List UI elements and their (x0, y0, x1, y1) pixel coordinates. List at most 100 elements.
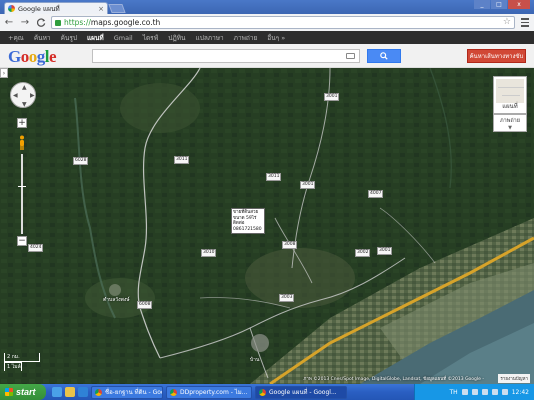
place-label: ตำบลวังพงษ์ (103, 297, 130, 303)
road-label: 6008 (137, 301, 153, 309)
url-host: maps.google.co.th (90, 18, 161, 27)
get-directions-button[interactable]: ค้นหาเส้นทางทางขับ (467, 49, 526, 63)
windows-logo-icon (5, 388, 13, 396)
road-label: 3002 (355, 249, 371, 257)
map-scale: 2 กม. 1 ไมล์ (4, 353, 40, 371)
gbar-item-search[interactable]: ค้นหา (34, 33, 51, 43)
quick-launch (52, 387, 88, 397)
map-view-toggle[interactable]: แผนที่ (493, 76, 527, 114)
satellite-imagery (0, 68, 534, 384)
keyboard-icon[interactable] (346, 53, 355, 59)
gbar-item-more[interactable]: อื่นๆ » (267, 33, 285, 43)
road-label: 3001 (377, 247, 393, 255)
scale-mile-label: 1 ไมล์ (7, 364, 21, 370)
road-label: 3011 (174, 156, 190, 164)
forward-arrow-icon[interactable]: → (19, 17, 31, 29)
reload-icon[interactable] (35, 17, 47, 29)
pan-right-icon[interactable]: ▶ (30, 92, 35, 99)
start-button[interactable]: start (0, 384, 46, 400)
road-label: 4024 (28, 244, 44, 252)
earth-view-toggle[interactable]: ภาพถ่าย ▼ (493, 114, 527, 132)
gbar-item-drive[interactable]: ไดรฟ์ (143, 33, 159, 43)
chrome-icon (170, 388, 177, 396)
google-logo[interactable]: Google (8, 47, 57, 67)
road-label: 6028 (73, 157, 89, 165)
report-problem-link[interactable]: รายงานปัญหา (498, 374, 530, 383)
close-window-button[interactable]: x (508, 0, 530, 9)
road-label: 3011 (266, 173, 282, 181)
gbar-item-calendar[interactable]: ปฏิทิน (168, 33, 185, 43)
collapse-panel-button[interactable]: › (0, 68, 8, 78)
map-thumbnail (496, 79, 524, 103)
gbar-item-translate[interactable]: แปลภาษา (196, 33, 224, 43)
tray-app-icon[interactable] (471, 389, 478, 395)
zoom-slider-handle[interactable] (18, 186, 26, 187)
gbar-item-images[interactable]: ค้นรูป (61, 33, 77, 43)
tab-close-icon[interactable]: × (98, 5, 104, 13)
road-label: 3001 (324, 93, 340, 101)
lock-icon (55, 19, 61, 26)
tray-app-icon[interactable] (481, 389, 488, 395)
earth-view-label: ภาพถ่าย (500, 118, 520, 124)
maximize-button[interactable]: □ (491, 0, 507, 9)
pan-left-icon[interactable]: ◀ (13, 92, 18, 99)
ie-icon[interactable] (52, 387, 62, 397)
url-scheme: https:// (64, 18, 91, 27)
volume-icon[interactable] (501, 389, 508, 395)
google-nav-bar: +คุณ ค้นหา ค้นรูป แผนที่ Gmail ไดรฟ์ ปฏิ… (0, 31, 534, 44)
pan-down-icon[interactable]: ▼ (22, 101, 27, 108)
browser-tab[interactable]: Google แผนที่ × (4, 2, 108, 14)
gbar-item-maps[interactable]: แผนที่ (87, 33, 104, 43)
network-icon[interactable] (491, 389, 498, 395)
minimize-button[interactable]: _ (474, 0, 490, 9)
tray-app-icon[interactable] (461, 389, 468, 395)
new-tab-button[interactable] (108, 4, 126, 13)
chevron-down-icon: ▼ (508, 125, 512, 131)
windows-taskbar: start ชื่อ-ยกฐาน ที่ดิน - Goo... DDprope… (0, 384, 534, 400)
maps-search-input[interactable] (92, 49, 360, 63)
taskbar-item[interactable]: ชื่อ-ยกฐาน ที่ดิน - Goo... (91, 385, 163, 399)
start-label: start (16, 387, 36, 397)
system-tray: TH 12:42 (414, 384, 534, 400)
road-label: 3010 (201, 249, 217, 257)
search-button[interactable] (367, 49, 401, 63)
road-label: 3003 (279, 294, 295, 302)
maps-search-header: Google ค้นหาเส้นทางทางขับ (0, 44, 534, 68)
zoom-slider-track[interactable] (21, 154, 23, 234)
zoom-in-button[interactable]: + (17, 118, 27, 128)
zoom-out-button[interactable]: − (17, 236, 27, 246)
folder-icon[interactable] (65, 387, 75, 397)
scale-km-label: 2 กม. (7, 354, 20, 360)
taskbar-item-label: Google แผนที่ - Googl... (269, 389, 337, 396)
address-bar[interactable]: https:// maps.google.co.th ☆ (51, 16, 515, 29)
pan-control[interactable]: ▲ ▼ ◀ ▶ (10, 82, 36, 108)
chrome-menu-icon[interactable] (519, 17, 531, 29)
language-indicator[interactable]: TH (450, 389, 458, 396)
pegman-street-view-icon[interactable] (18, 135, 26, 151)
chrome-icon (259, 388, 266, 396)
satellite-map[interactable]: › ▲ ▼ ◀ ▶ + − แผนที่ ภาพถ่าย ▼ 3001 3011… (0, 68, 534, 384)
taskbar-item-active[interactable]: Google แผนที่ - Googl... (255, 385, 347, 399)
taskbar-item[interactable]: DDproperty.com - ไม... (166, 385, 252, 399)
desktop-icon[interactable] (78, 387, 88, 397)
taskbar-item-label: DDproperty.com - ไม... (180, 389, 248, 396)
pan-up-icon[interactable]: ▲ (22, 84, 27, 91)
gbar-item-plus[interactable]: +คุณ (8, 33, 24, 43)
chrome-icon (95, 388, 102, 396)
back-arrow-icon[interactable]: ← (3, 17, 15, 29)
browser-toolbar: ← → https:// maps.google.co.th ☆ (0, 14, 534, 31)
tab-title: Google แผนที่ (18, 4, 60, 13)
place-label: บ้าน (250, 357, 260, 363)
marker-line: 0861721580 (233, 226, 262, 232)
browser-tab-strip: Google แผนที่ × _ □ x (0, 0, 534, 14)
gbar-item-photos[interactable]: ภาพถ่าย (234, 33, 258, 43)
clock[interactable]: 12:42 (512, 389, 529, 396)
gbar-item-gmail[interactable]: Gmail (114, 34, 133, 42)
bookmark-star-icon[interactable]: ☆ (503, 17, 511, 27)
search-icon (380, 52, 388, 60)
road-label: 3001 (300, 181, 316, 189)
google-maps-favicon-icon (8, 5, 15, 12)
land-sale-marker-label[interactable]: ขายที่ดินสวย ขนาด 59ไร่ ติดต่อ 086172158… (231, 208, 265, 234)
window-controls: _ □ x (474, 0, 530, 10)
taskbar-item-label: ชื่อ-ยกฐาน ที่ดิน - Goo... (105, 389, 162, 396)
